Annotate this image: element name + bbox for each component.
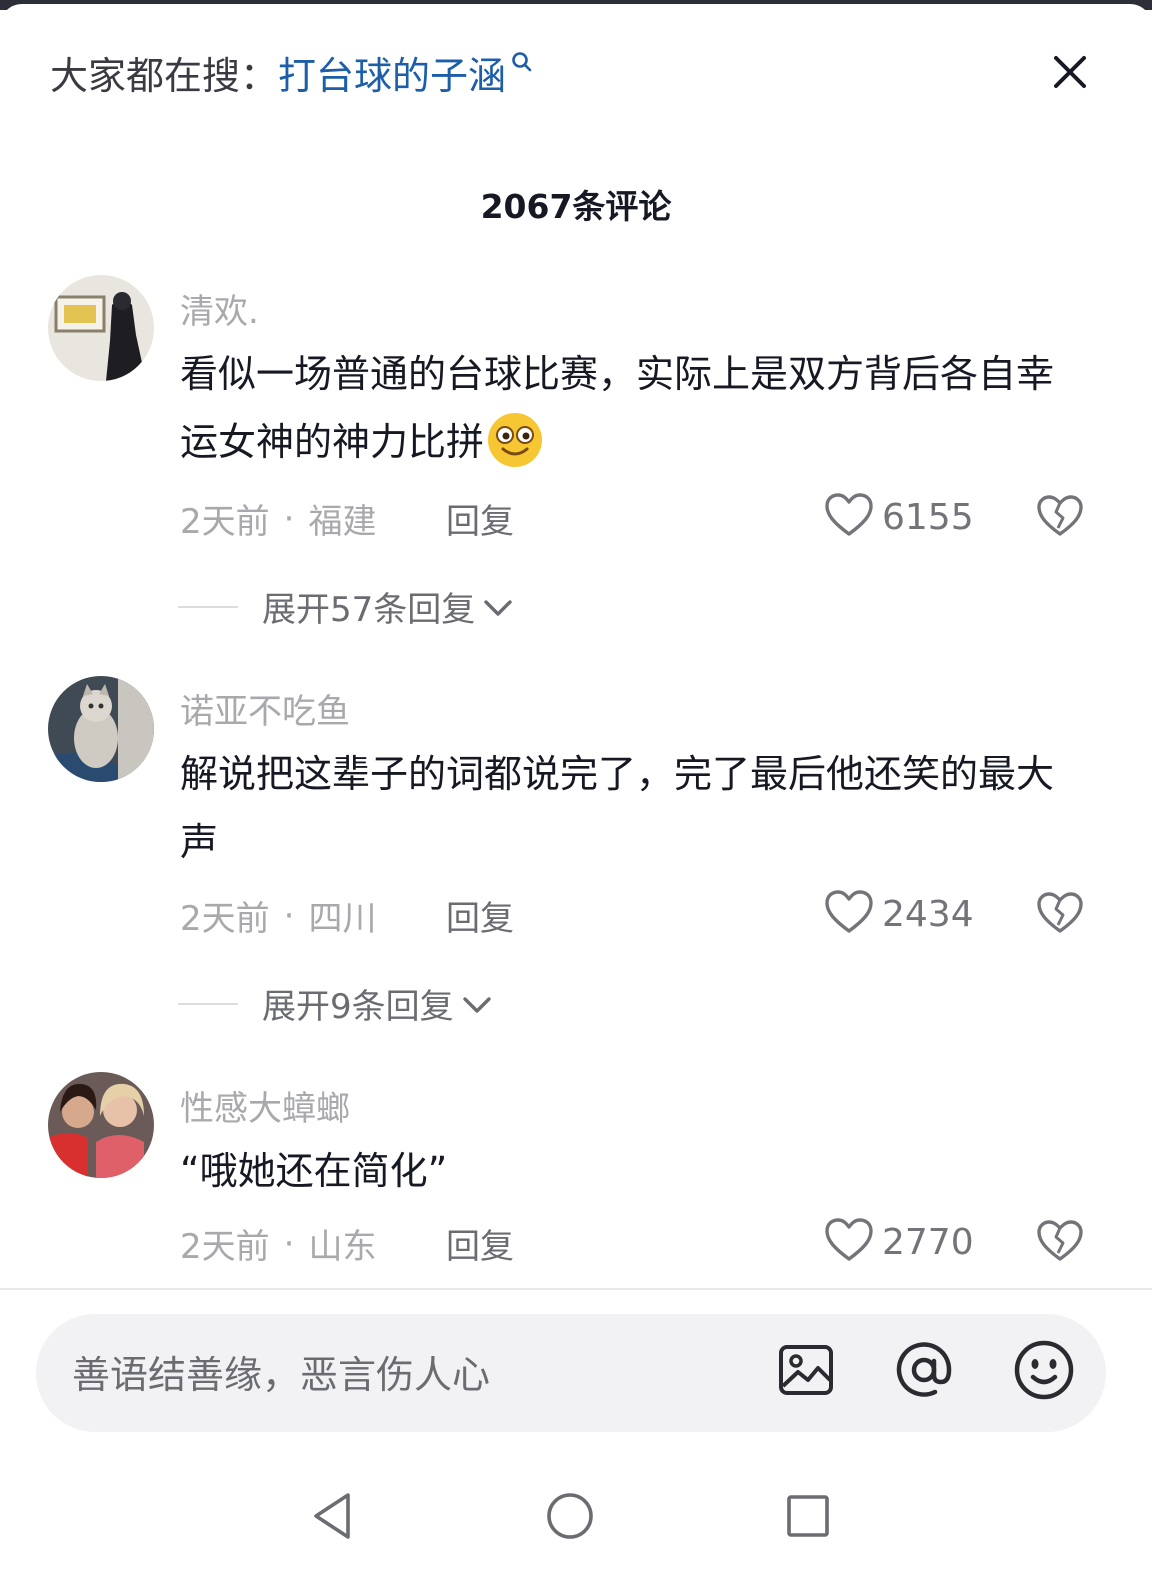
meta-separator: ·: [283, 1223, 295, 1264]
comment-username[interactable]: 清欢.: [180, 284, 259, 333]
expand-replies-button[interactable]: 展开57条回复: [178, 582, 513, 631]
recents-icon: [786, 1494, 830, 1542]
comment-text: “哦她还在简化”: [180, 1149, 448, 1193]
mention-button[interactable]: [894, 1342, 954, 1402]
image-icon: [778, 1344, 834, 1400]
smiley-icon: [1014, 1340, 1074, 1404]
like-count: 6155: [882, 496, 974, 538]
meta-separator: ·: [283, 498, 295, 539]
meta-separator: ·: [283, 895, 295, 936]
reply-button[interactable]: 回复: [446, 494, 514, 543]
expand-replies-label: 展开9条回复: [262, 987, 454, 1027]
like-button[interactable]: 6155: [824, 492, 974, 542]
like-count: 2434: [882, 893, 974, 935]
comment-text: 看似一场普通的台球比赛，实际上是双方背后各自幸运女神的神力比拼: [180, 340, 1090, 490]
comments-sheet: 大家都在搜： 打台球的子涵 2067条评论 清欢. 看似一场普通的台球比赛，实际: [0, 4, 1152, 1583]
broken-heart-icon: [1036, 892, 1084, 939]
expand-divider: [178, 1002, 238, 1005]
comment-input[interactable]: 善语结善缘，恶言伤人心: [36, 1314, 1106, 1432]
nav-home-button[interactable]: [540, 1488, 600, 1548]
comment-location: 山东: [308, 1227, 377, 1267]
comment-location: 四川: [308, 899, 377, 939]
heart-icon: [824, 1217, 874, 1267]
comment-input-placeholder[interactable]: 善语结善缘，恶言伤人心: [72, 1344, 490, 1399]
search-suggestion-query[interactable]: 打台球的子涵: [278, 45, 506, 100]
search-icon: [510, 41, 534, 85]
input-divider: [0, 1288, 1152, 1290]
reply-button[interactable]: 回复: [446, 1219, 514, 1268]
like-button[interactable]: 2434: [824, 889, 974, 939]
comment-meta: 2天前 · 四川: [180, 891, 376, 940]
back-icon: [310, 1491, 354, 1545]
avatar[interactable]: [48, 1072, 154, 1178]
avatar[interactable]: [48, 275, 154, 381]
search-suggestion-link[interactable]: 打台球的子涵: [278, 45, 534, 100]
heart-icon: [824, 889, 874, 939]
comment-count-title: 2067条评论: [480, 187, 672, 226]
comment-time: 2天前: [180, 899, 270, 939]
expand-replies-button[interactable]: 展开9条回复: [178, 979, 492, 1028]
avatar[interactable]: [48, 676, 154, 782]
heart-icon: [824, 492, 874, 542]
home-icon: [546, 1492, 594, 1544]
search-suggestion[interactable]: 大家都在搜： 打台球的子涵: [50, 44, 534, 100]
broken-heart-icon: [1036, 495, 1084, 542]
image-button[interactable]: [776, 1342, 836, 1402]
chevron-down-icon: [462, 984, 492, 1024]
nav-back-button[interactable]: [302, 1488, 362, 1548]
emoji-button[interactable]: [1014, 1340, 1074, 1404]
comment-meta: 2天前 · 福建: [180, 494, 376, 543]
chevron-down-icon: [483, 587, 513, 627]
at-icon: [895, 1341, 953, 1403]
expand-replies-label: 展开57条回复: [262, 590, 476, 630]
reply-button[interactable]: 回复: [446, 891, 514, 940]
nav-recents-button[interactable]: [778, 1488, 838, 1548]
comment-time: 2天前: [180, 502, 270, 542]
comment-username[interactable]: 诺亚不吃鱼: [180, 684, 350, 733]
search-suggestion-prefix: 大家都在搜：: [50, 53, 279, 98]
like-count: 2770: [882, 1221, 974, 1263]
close-icon: [1053, 55, 1087, 93]
comment-username[interactable]: 性感大蟑螂: [180, 1081, 350, 1130]
system-navigation-bar: [0, 1444, 1152, 1583]
comment-text-content: 看似一场普通的台球比赛，实际上是双方背后各自幸运女神的神力比拼: [180, 352, 1055, 464]
expand-divider: [178, 605, 238, 608]
comment-meta: 2天前 · 山东: [180, 1219, 376, 1268]
comment-time: 2天前: [180, 1227, 270, 1267]
dislike-button[interactable]: [1036, 891, 1084, 939]
comment-location: 福建: [308, 502, 377, 542]
grinning-face-icon: [486, 411, 544, 490]
broken-heart-icon: [1036, 1220, 1084, 1267]
comment-text: 解说把这辈子的词都说完了，完了最后他还笑的最大声: [180, 752, 1055, 864]
dislike-button[interactable]: [1036, 494, 1084, 542]
like-button[interactable]: 2770: [824, 1217, 974, 1267]
close-button[interactable]: [1044, 48, 1096, 100]
dislike-button[interactable]: [1036, 1219, 1084, 1267]
